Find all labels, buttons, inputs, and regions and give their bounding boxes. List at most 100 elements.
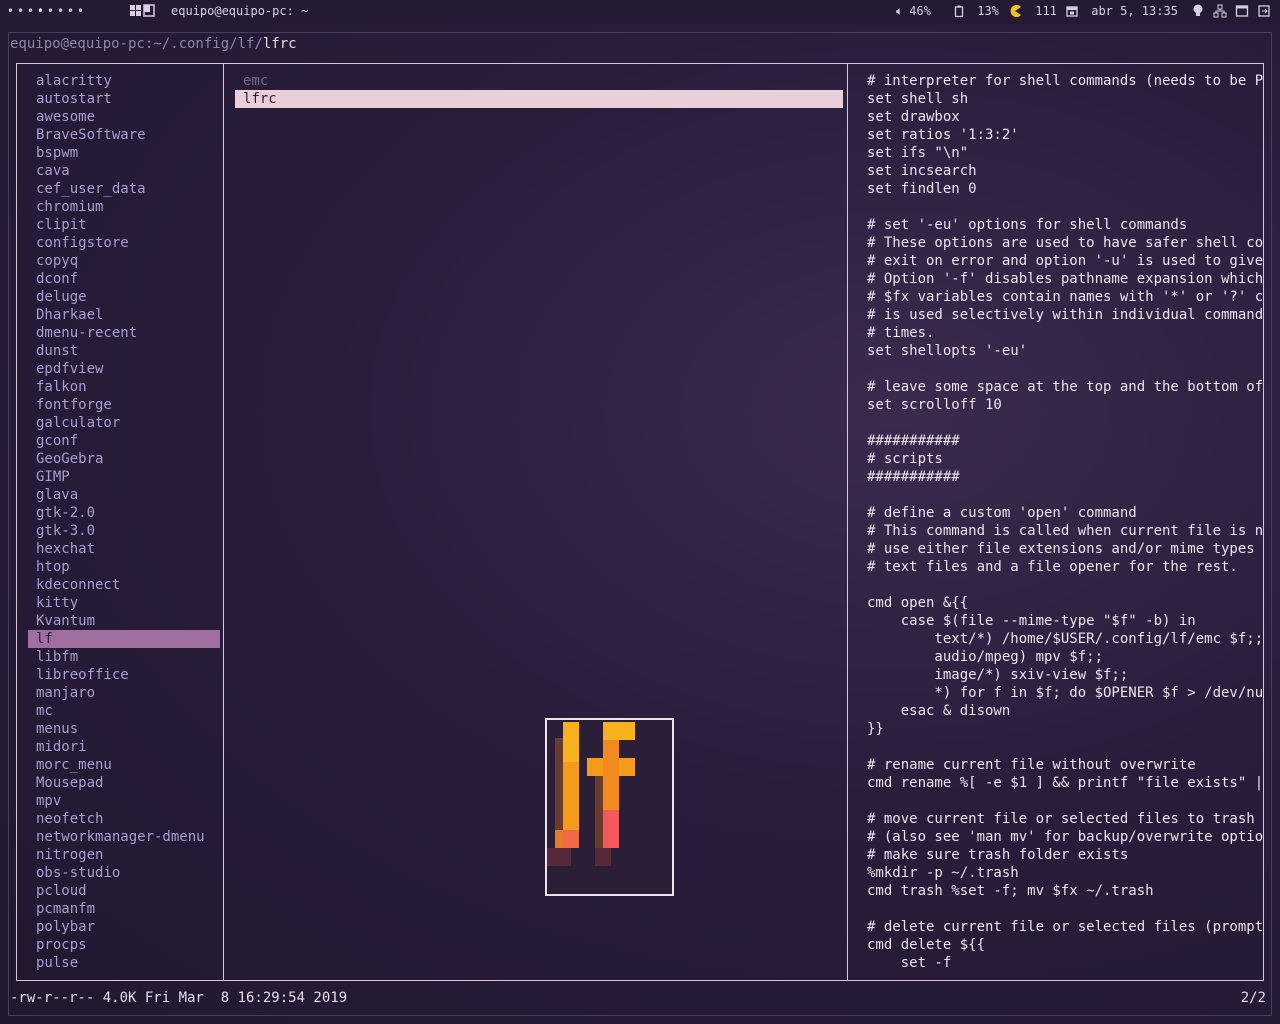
directory-item[interactable]: dunst: [36, 342, 78, 360]
window-icon[interactable]: [1234, 3, 1250, 19]
workspace-dot[interactable]: •: [56, 4, 66, 18]
current-directory-pane[interactable]: emc lfrc: [223, 63, 848, 981]
preview-line: [867, 198, 1263, 216]
directory-item[interactable]: dconf: [36, 270, 78, 288]
directory-item[interactable]: clipit: [36, 216, 87, 234]
file-item-selected[interactable]: lfrc: [235, 90, 843, 108]
directory-item[interactable]: Dharkael: [36, 306, 103, 324]
directory-item[interactable]: neofetch: [36, 810, 103, 828]
preview-line: cmd open &{{: [867, 595, 969, 611]
power-icon[interactable]: [1256, 3, 1272, 19]
directory-item[interactable]: bspwm: [36, 144, 78, 162]
directory-item[interactable]: mpv: [36, 792, 61, 810]
directory-item[interactable]: epdfview: [36, 360, 103, 378]
directory-item[interactable]: Mousepad: [36, 774, 103, 792]
preview-line: case $(file --mime-type "$f" -b) in: [867, 613, 1196, 629]
battery-icon: [954, 4, 971, 18]
directory-item[interactable]: nitrogen: [36, 846, 103, 864]
preview-line: [867, 792, 1263, 810]
workspace-dot[interactable]: •: [76, 4, 86, 18]
directory-item[interactable]: midori: [36, 738, 87, 756]
directory-item[interactable]: awesome: [36, 108, 95, 126]
directory-item[interactable]: BraveSoftware: [36, 126, 146, 144]
directory-item[interactable]: autostart: [36, 90, 112, 108]
top-panel: • • • • • • • • equipo@equipo-pc: ~ 🔈︎ 46% 13% 1…: [0, 0, 1280, 24]
directory-item[interactable]: obs-studio: [36, 864, 120, 882]
directory-item[interactable]: pulse: [36, 954, 78, 972]
directory-item[interactable]: cef_user_data: [36, 180, 146, 198]
directory-item[interactable]: chromium: [36, 198, 103, 216]
directory-item[interactable]: GeoGebra: [36, 450, 103, 468]
directory-item[interactable]: pcloud: [36, 882, 87, 900]
directory-item[interactable]: libfm: [36, 648, 78, 666]
directory-item[interactable]: procps: [36, 936, 87, 954]
preview-line: # use either file extensions and/or mime…: [867, 541, 1264, 557]
directory-item[interactable]: menus: [36, 720, 78, 738]
preview-line: # times.: [867, 325, 935, 341]
preview-line: text/*) /home/$USER/.config/lf/emc $f;;: [867, 631, 1264, 647]
directory-item[interactable]: deluge: [36, 288, 87, 306]
directory-item[interactable]: libreoffice: [36, 666, 129, 684]
updates-module[interactable]: 111: [1008, 4, 1057, 18]
preview-line: # is used selectively within individual …: [867, 307, 1264, 323]
system-tray: [1190, 3, 1272, 19]
directory-item[interactable]: hexchat: [36, 540, 95, 558]
directory-item[interactable]: kitty: [36, 594, 78, 612]
workspace-indicators[interactable]: • • • • • • • •: [6, 4, 86, 18]
preview-line: # leave some space at the top and the bo…: [867, 379, 1264, 395]
directory-item[interactable]: GIMP: [36, 468, 70, 486]
directory-item[interactable]: manjaro: [36, 684, 95, 702]
directory-item[interactable]: fontforge: [36, 396, 112, 414]
file-count-status: 2/2: [1240, 990, 1266, 1006]
directory-item[interactable]: galculator: [36, 414, 120, 432]
directory-item[interactable]: htop: [36, 558, 70, 576]
directory-item[interactable]: cava: [36, 162, 70, 180]
date-module[interactable]: abr 5, 13:35: [1066, 4, 1178, 18]
workspace-dot[interactable]: •: [66, 4, 76, 18]
preview-line: image/*) sxiv-view $f;;: [867, 667, 1129, 683]
preview-line: set shellopts '-eu': [867, 343, 1028, 359]
directory-item-selected[interactable]: lf: [28, 630, 220, 648]
preview-line: set scrolloff 10: [867, 397, 1002, 413]
directory-item[interactable]: gconf: [36, 432, 78, 450]
lightbulb-icon[interactable]: [1190, 3, 1206, 19]
network-icon[interactable]: [1212, 3, 1228, 19]
directory-item[interactable]: morc_menu: [36, 756, 112, 774]
calendar-icon: [1066, 4, 1085, 18]
path-host: equipo@equipo-pc: [10, 36, 145, 52]
updates-count: 111: [1035, 4, 1057, 18]
directory-item[interactable]: polybar: [36, 918, 95, 936]
directory-item[interactable]: glava: [36, 486, 78, 504]
workspace-dot[interactable]: •: [36, 4, 46, 18]
directory-item[interactable]: alacritty: [36, 72, 112, 90]
parent-directory-pane[interactable]: alacritty autostart awesome BraveSoftware bs…: [16, 63, 224, 981]
volume-module[interactable]: 🔈︎ 46%: [896, 4, 931, 19]
directory-item[interactable]: dmenu-recent: [36, 324, 137, 342]
directory-item[interactable]: pcmanfm: [36, 900, 95, 918]
directory-item[interactable]: gtk-3.0: [36, 522, 95, 540]
directory-item[interactable]: mc: [36, 702, 53, 720]
workspace-dot[interactable]: •: [26, 4, 36, 18]
file-item[interactable]: emc: [243, 72, 268, 90]
directory-item[interactable]: copyq: [36, 252, 78, 270]
preview-pane: # interpreter for shell commands (needs …: [847, 63, 1264, 981]
workspace-dot[interactable]: •: [6, 4, 16, 18]
preview-line: cmd trash %set -f; mv $fx ~/.trash: [867, 883, 1154, 899]
battery-value: 13%: [977, 4, 999, 18]
directory-item[interactable]: networkmanager-dmenu: [36, 828, 205, 846]
preview-line: # define a custom 'open' command: [867, 505, 1137, 521]
directory-item[interactable]: falkon: [36, 378, 87, 396]
preview-line: [867, 738, 1263, 756]
preview-line: [867, 360, 1263, 378]
directory-item[interactable]: configstore: [36, 234, 129, 252]
directory-item[interactable]: kdeconnect: [36, 576, 120, 594]
workspace-dot[interactable]: •: [16, 4, 26, 18]
preview-line: # text files and a file opener for the r…: [867, 559, 1238, 575]
directory-item[interactable]: gtk-2.0: [36, 504, 95, 522]
directory-item[interactable]: Kvantum: [36, 612, 95, 630]
volume-icon: 🔈︎: [896, 4, 904, 18]
workspace-dot[interactable]: •: [46, 4, 56, 18]
preview-line: # interpreter for shell commands (needs …: [867, 73, 1264, 89]
preview-line: [867, 414, 1263, 432]
layout-icon[interactable]: [129, 3, 155, 19]
